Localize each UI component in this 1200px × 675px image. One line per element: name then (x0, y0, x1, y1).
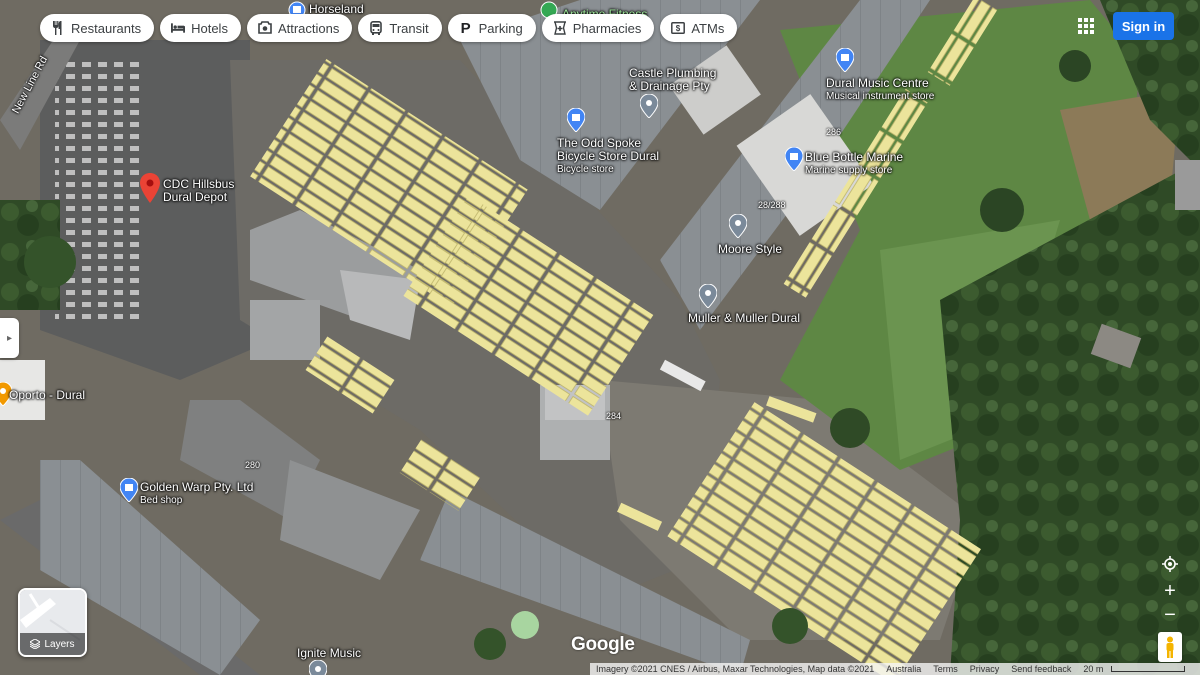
place-label-blue-bottle-marine[interactable]: Blue Bottle Marine Marine supply store (805, 151, 903, 177)
place-category: Marine supply store (805, 165, 893, 176)
layers-icon (30, 639, 41, 649)
place-label-dural-music-centre[interactable]: Dural Music Centre Musical instrument st… (826, 77, 934, 103)
street-number: 280 (245, 460, 261, 470)
scale-bar (1111, 666, 1186, 672)
place-label-line: Blue Bottle Marine (805, 150, 904, 164)
place-label-moore-style[interactable]: Moore Style (718, 243, 782, 256)
imagery-attribution: Imagery ©2021 CNES / Airbus, Maxar Techn… (596, 664, 875, 674)
shopping-bag-pin-icon[interactable] (836, 48, 854, 72)
chip-label: Restaurants (71, 20, 142, 36)
apps-grid-button[interactable] (1074, 14, 1098, 38)
camera-icon (258, 21, 272, 35)
category-chips: Restaurants Hotels Attractions Transit P… (40, 14, 738, 42)
place-label-line: CDC Hillsbus (163, 177, 235, 191)
country-link[interactable]: Australia (880, 664, 927, 674)
satellite-map[interactable]: New Line Rd 286 28/288 284 280 CDC Hills… (0, 0, 1200, 675)
place-label-muller-and-muller[interactable]: Muller & Muller Dural (688, 312, 800, 325)
place-category: Bicycle store (557, 164, 614, 175)
pegman-icon (1166, 636, 1174, 658)
place-label-line: Bicycle Store Dural (557, 149, 660, 163)
grey-place-pin-icon[interactable] (729, 214, 747, 238)
shopping-bag-pin-icon[interactable] (120, 478, 138, 502)
place-label-line: Castle Plumbing (629, 66, 717, 80)
street-number: 286 (826, 127, 842, 137)
my-location-icon (1162, 556, 1178, 572)
place-label-line: & Drainage Pty (629, 79, 710, 93)
place-label-castle-plumbing[interactable]: Castle Plumbing & Drainage Pty (629, 67, 716, 93)
place-label-golden-warp[interactable]: Golden Warp Pty. Ltd Bed shop (140, 481, 253, 507)
zoom-in-button[interactable]: + (1158, 579, 1182, 603)
bed-icon (171, 21, 186, 35)
shopping-bag-pin-icon[interactable] (785, 147, 803, 171)
chip-label: Hotels (191, 20, 228, 36)
place-label-line: Dural Music Centre (826, 76, 929, 90)
satellite-imagery (0, 0, 1200, 675)
street-view-pegman-button[interactable] (1158, 632, 1182, 662)
send-feedback-link[interactable]: Send feedback (1005, 664, 1077, 674)
place-label-line: Golden Warp Pty. Ltd (140, 480, 254, 494)
street-number: 284 (606, 411, 622, 421)
parking-icon: P (460, 19, 471, 37)
chip-label: ATMs (691, 20, 725, 36)
shopping-bag-pin-icon[interactable] (567, 108, 585, 132)
my-location-button[interactable] (1158, 552, 1182, 576)
zoom-out-button[interactable]: − (1158, 603, 1182, 627)
red-location-pin-icon[interactable] (140, 173, 160, 203)
collapse-side-panel-button[interactable]: ▸ (0, 318, 19, 358)
chip-label: Pharmacies (572, 20, 642, 36)
pharmacy-icon (553, 21, 567, 35)
grey-place-pin-icon[interactable] (699, 284, 717, 308)
google-logo: Google (571, 634, 635, 655)
scale-label[interactable]: 20 m (1077, 664, 1109, 674)
chip-hotels[interactable]: Hotels (160, 14, 241, 42)
chip-restaurants[interactable]: Restaurants (40, 14, 155, 42)
layers-label-bar: Layers (20, 633, 85, 655)
place-label-odd-spoke[interactable]: The Odd Spoke Bicycle Store Dural Bicycl… (557, 137, 659, 176)
fork-knife-icon (51, 21, 65, 35)
chip-atms[interactable]: $ ATMs (660, 14, 738, 42)
terms-link[interactable]: Terms (927, 664, 964, 674)
chip-transit[interactable]: Transit (358, 14, 442, 42)
place-label-line: The Odd Spoke (557, 136, 642, 150)
place-label-ignite-music[interactable]: Ignite Music (297, 647, 361, 660)
privacy-link[interactable]: Privacy (964, 664, 1006, 674)
bus-icon (369, 21, 383, 35)
place-label-cdc-hillsbus[interactable]: CDC Hillsbus Dural Depot (163, 178, 234, 204)
chip-label: Parking (478, 20, 523, 36)
svg-text:$: $ (676, 24, 681, 33)
street-number: 28/288 (758, 200, 786, 210)
chip-parking[interactable]: P Parking (447, 14, 536, 42)
chip-label: Transit (389, 20, 429, 36)
grey-place-pin-icon[interactable] (640, 94, 658, 118)
chip-pharmacies[interactable]: Pharmacies (541, 14, 655, 42)
place-label-oporto[interactable]: Oporto - Dural (9, 389, 85, 402)
layers-button[interactable]: Layers (18, 588, 87, 657)
place-label-line: Dural Depot (163, 190, 228, 204)
chip-attractions[interactable]: Attractions (246, 14, 353, 42)
chevron-right-icon: ▸ (6, 332, 13, 344)
apps-grid-icon (1078, 18, 1094, 34)
sign-in-button[interactable]: Sign in (1113, 12, 1174, 40)
map-footer: Imagery ©2021 CNES / Airbus, Maxar Techn… (590, 663, 1200, 675)
place-category: Musical instrument store (826, 91, 935, 102)
layers-label: Layers (44, 638, 75, 650)
chip-label: Attractions (277, 20, 340, 36)
grey-place-pin-icon[interactable] (309, 660, 327, 675)
place-category: Bed shop (140, 495, 183, 506)
atm-icon: $ (671, 21, 686, 35)
